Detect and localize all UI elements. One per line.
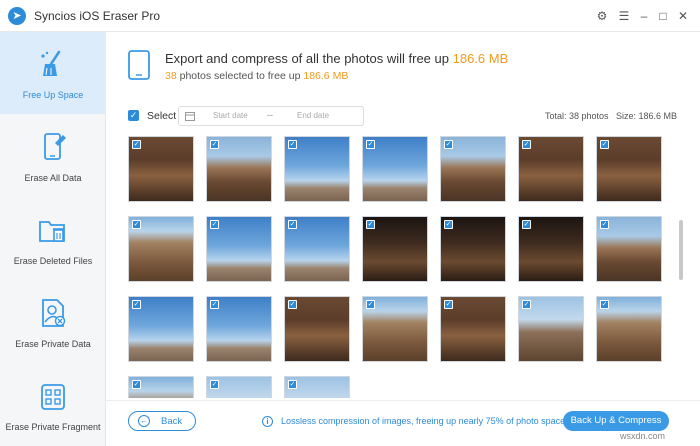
photo-thumbnail[interactable]: ✓ bbox=[206, 216, 272, 282]
date-separator: -- bbox=[267, 110, 273, 120]
tablet-device-icon bbox=[128, 50, 150, 80]
sidebar-item-erase-deleted-files[interactable]: Erase Deleted Files bbox=[0, 198, 106, 280]
photo-thumbnail[interactable]: ✓ bbox=[518, 136, 584, 202]
select-label: Select bbox=[147, 110, 177, 122]
photo-thumbnail[interactable]: ✓ bbox=[206, 296, 272, 362]
photo-thumbnail[interactable]: ✓ bbox=[128, 136, 194, 202]
photo-checkbox[interactable]: ✓ bbox=[444, 300, 453, 309]
photo-thumbnail[interactable]: ✓ bbox=[362, 136, 428, 202]
date-range-picker[interactable]: Start date -- End date bbox=[178, 106, 364, 126]
photo-checkbox[interactable]: ✓ bbox=[132, 220, 141, 229]
footer-divider bbox=[106, 400, 700, 401]
phone-erase-icon bbox=[44, 133, 66, 160]
photo-checkbox[interactable]: ✓ bbox=[132, 300, 141, 309]
photo-checkbox[interactable]: ✓ bbox=[522, 140, 531, 149]
photo-checkbox[interactable]: ✓ bbox=[210, 140, 219, 149]
photo-checkbox[interactable]: ✓ bbox=[522, 220, 531, 229]
photo-thumbnail[interactable]: ✓ bbox=[206, 376, 272, 398]
back-label: Back bbox=[161, 416, 183, 427]
sidebar-item-erase-all-data[interactable]: Erase All Data bbox=[0, 115, 106, 197]
private-user-icon bbox=[42, 299, 66, 327]
scrollbar[interactable] bbox=[679, 220, 683, 280]
photo-checkbox[interactable]: ✓ bbox=[288, 140, 297, 149]
close-icon[interactable]: ✕ bbox=[675, 8, 691, 24]
photo-thumbnail[interactable]: ✓ bbox=[362, 216, 428, 282]
title-bar: ➤ Syncios iOS Eraser Pro ⚙ ☰ – □ ✕ bbox=[0, 0, 700, 32]
back-button[interactable]: ← Back bbox=[128, 411, 196, 431]
header-title-size: 186.6 MB bbox=[452, 51, 509, 66]
header-title: Export and compress of all the photos wi… bbox=[165, 51, 508, 66]
photo-checkbox[interactable]: ✓ bbox=[444, 140, 453, 149]
total-size: Size: 186.6 MB bbox=[616, 111, 678, 121]
photo-thumbnail[interactable]: ✓ bbox=[596, 296, 662, 362]
photo-checkbox[interactable]: ✓ bbox=[600, 140, 609, 149]
photo-thumbnail[interactable]: ✓ bbox=[284, 216, 350, 282]
photo-thumbnail[interactable]: ✓ bbox=[206, 136, 272, 202]
photo-thumbnail[interactable]: ✓ bbox=[128, 376, 194, 398]
photo-thumbnail[interactable]: ✓ bbox=[440, 296, 506, 362]
select-all-checkbox[interactable]: ✓ bbox=[128, 110, 139, 121]
photo-checkbox[interactable]: ✓ bbox=[132, 380, 141, 389]
watermark: wsxdn.com bbox=[620, 431, 666, 441]
broom-icon bbox=[41, 50, 61, 76]
header-title-text: Export and compress of all the photos wi… bbox=[165, 51, 449, 66]
photo-thumbnail[interactable]: ✓ bbox=[284, 376, 350, 398]
photo-grid: ✓ ✓ ✓ ✓ ✓ ✓ ✓ ✓ ✓ ✓ ✓ ✓ ✓ ✓ ✓ ✓ ✓ ✓ ✓ ✓ ✓ ✓ ✓ ✓ bbox=[128, 136, 672, 398]
sidebar-item-erase-private-fragment[interactable]: Erase Private Fragment bbox=[0, 364, 106, 446]
photo-thumbnail[interactable]: ✓ bbox=[284, 296, 350, 362]
photo-checkbox[interactable]: ✓ bbox=[210, 380, 219, 389]
photo-thumbnail[interactable]: ✓ bbox=[128, 216, 194, 282]
fragment-grid-icon bbox=[41, 384, 65, 410]
sidebar-item-label: Free Up Space bbox=[22, 90, 84, 100]
header-subtitle-text: photos selected to free up bbox=[179, 70, 301, 82]
app-title: Syncios iOS Eraser Pro bbox=[34, 9, 161, 23]
app-logo-icon: ➤ bbox=[8, 7, 26, 25]
photo-thumbnail[interactable]: ✓ bbox=[596, 216, 662, 282]
selected-size: 186.6 MB bbox=[303, 70, 349, 82]
photo-thumbnail[interactable]: ✓ bbox=[128, 296, 194, 362]
folder-trash-icon bbox=[39, 221, 65, 242]
photo-checkbox[interactable]: ✓ bbox=[210, 220, 219, 229]
photo-checkbox[interactable]: ✓ bbox=[132, 140, 141, 149]
sidebar-item-erase-private-data[interactable]: Erase Private Data bbox=[0, 281, 106, 363]
sidebar-item-label: Erase Deleted Files bbox=[13, 256, 93, 266]
sidebar-item-free-up-space[interactable]: Free Up Space bbox=[0, 32, 106, 114]
photo-checkbox[interactable]: ✓ bbox=[366, 300, 375, 309]
photo-checkbox[interactable]: ✓ bbox=[600, 220, 609, 229]
photo-thumbnail[interactable]: ✓ bbox=[518, 296, 584, 362]
photo-thumbnail[interactable]: ✓ bbox=[440, 216, 506, 282]
photo-checkbox[interactable]: ✓ bbox=[210, 300, 219, 309]
settings-gear-icon[interactable]: ⚙ bbox=[594, 8, 610, 24]
total-photos: Total: 38 photos bbox=[545, 111, 609, 121]
photo-thumbnail[interactable]: ✓ bbox=[362, 296, 428, 362]
end-date-field[interactable]: End date bbox=[297, 111, 329, 120]
info-text: Lossless compression of images, freeing … bbox=[281, 416, 566, 426]
sidebar: Free Up Space Erase All Data Erase Delet… bbox=[0, 32, 106, 446]
selected-count: 38 bbox=[165, 70, 177, 82]
menu-icon[interactable]: ☰ bbox=[616, 8, 632, 24]
back-arrow-icon: ← bbox=[138, 415, 150, 427]
start-date-field[interactable]: Start date bbox=[213, 111, 248, 120]
photo-thumbnail[interactable]: ✓ bbox=[284, 136, 350, 202]
info-icon: i bbox=[262, 416, 273, 427]
photo-checkbox[interactable]: ✓ bbox=[366, 220, 375, 229]
sidebar-item-label: Erase All Data bbox=[24, 173, 82, 183]
sidebar-item-label: Erase Private Data bbox=[15, 339, 91, 349]
photo-checkbox[interactable]: ✓ bbox=[600, 300, 609, 309]
minimize-icon[interactable]: – bbox=[636, 8, 652, 24]
header-subtitle: 38 photos selected to free up 186.6 MB bbox=[165, 70, 348, 82]
back-up-compress-button[interactable]: Back Up & Compress bbox=[563, 411, 669, 431]
photo-checkbox[interactable]: ✓ bbox=[288, 220, 297, 229]
photo-checkbox[interactable]: ✓ bbox=[288, 300, 297, 309]
sidebar-item-label: Erase Private Fragment bbox=[5, 422, 101, 432]
photo-thumbnail[interactable]: ✓ bbox=[440, 136, 506, 202]
maximize-icon[interactable]: □ bbox=[655, 8, 671, 24]
photo-thumbnail[interactable]: ✓ bbox=[596, 136, 662, 202]
photo-checkbox[interactable]: ✓ bbox=[444, 220, 453, 229]
calendar-icon bbox=[185, 112, 195, 121]
photo-checkbox[interactable]: ✓ bbox=[288, 380, 297, 389]
photo-checkbox[interactable]: ✓ bbox=[366, 140, 375, 149]
photo-checkbox[interactable]: ✓ bbox=[522, 300, 531, 309]
photo-thumbnail[interactable]: ✓ bbox=[518, 216, 584, 282]
